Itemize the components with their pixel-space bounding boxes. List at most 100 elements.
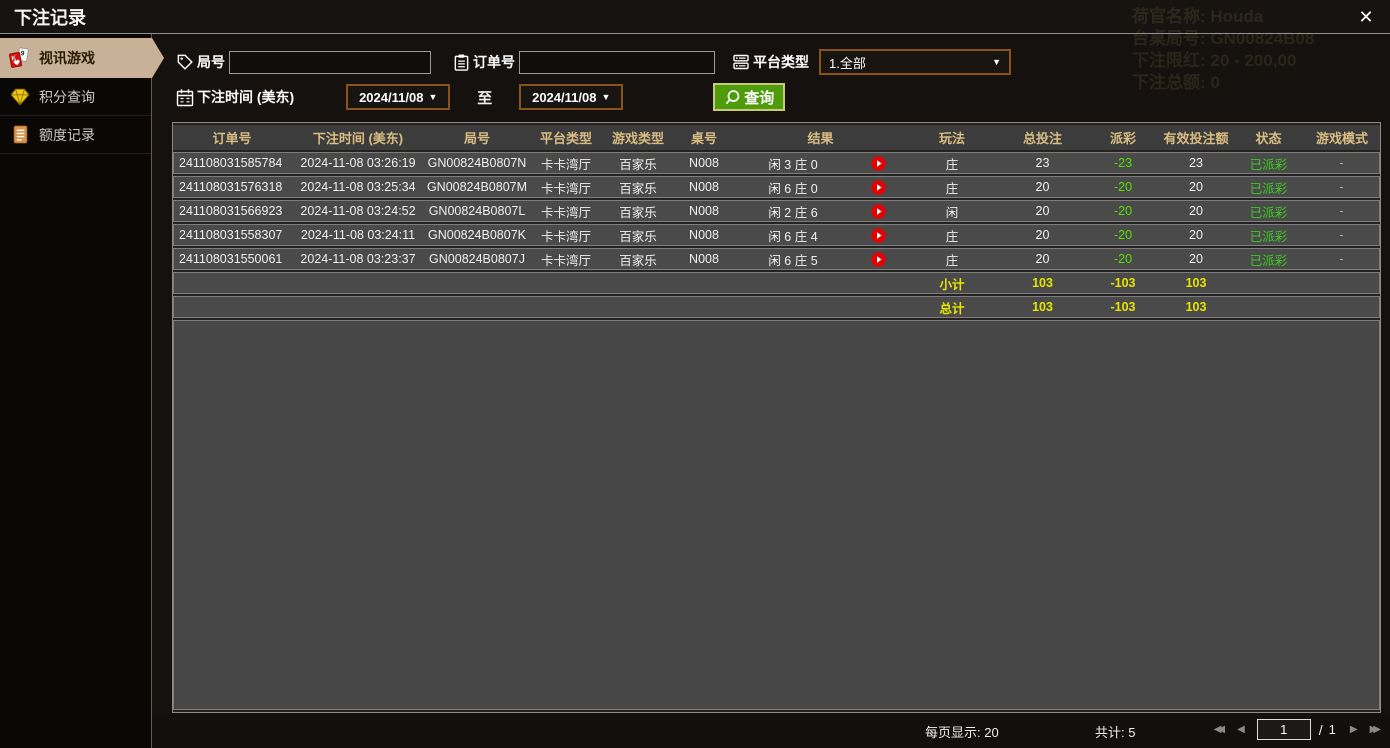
sidebar: 9 K 视讯游戏 积分查询 额度记录 xyxy=(0,34,164,748)
filter-row-2: 下注时间 (美东) 2024/11/08 ▼ 至 2024/11/08 ▼ 查询 xyxy=(152,83,1390,111)
cell-result: 闲 3 庄 0 xyxy=(735,152,906,174)
cell-game-mode: - xyxy=(1304,152,1380,174)
records-table: 订单号 下注时间 (美东) 局号 平台类型 游戏类型 桌号 结果 玩法 总投注 … xyxy=(172,122,1381,713)
sidebar-item-video-games[interactable]: 9 K 视讯游戏 xyxy=(0,38,164,78)
date-to-label: 至 xyxy=(477,89,493,107)
subtotal-total-bet: 103 xyxy=(998,272,1087,294)
sidebar-item-label: 视讯游戏 xyxy=(39,50,95,66)
subtotal-row: 小计 103 -103 103 xyxy=(173,272,1380,294)
grand-total-valid-bet: 103 xyxy=(1159,296,1233,318)
order-number-input[interactable] xyxy=(519,50,715,74)
cell-bet-time: 2024-11-08 03:26:19 xyxy=(291,152,425,174)
date-to-value: 2024/11/08 xyxy=(532,89,597,105)
cell-result: 闲 6 庄 5 xyxy=(735,248,906,270)
col-game-mode: 游戏模式 xyxy=(1304,125,1380,150)
col-order-no: 订单号 xyxy=(173,125,291,150)
sidebar-item-points-query[interactable]: 积分查询 xyxy=(0,78,151,116)
grand-total-payout: -103 xyxy=(1087,296,1159,318)
cell-round-no: GN00824B0807N xyxy=(425,152,529,174)
cell-game-type: 百家乐 xyxy=(603,200,673,222)
document-icon xyxy=(9,124,31,146)
chevron-down-icon: ▼ xyxy=(992,57,1001,67)
cell-order-no: 241108031566923 xyxy=(173,200,291,222)
per-page-label: 每页显示: 20 xyxy=(925,725,999,740)
cell-table-no: N008 xyxy=(673,152,735,174)
cell-bet-time: 2024-11-08 03:23:37 xyxy=(291,248,425,270)
cell-order-no: 241108031558307 xyxy=(173,224,291,246)
replay-play-icon[interactable] xyxy=(851,251,906,267)
col-valid-bet: 有效投注额 xyxy=(1159,125,1233,150)
sidebar-item-label: 额度记录 xyxy=(39,126,95,143)
replay-play-icon[interactable] xyxy=(851,203,906,219)
current-page-input[interactable]: 1 xyxy=(1256,719,1311,740)
subtotal-label: 小计 xyxy=(906,272,998,294)
cell-game-mode: - xyxy=(1304,200,1380,222)
cell-game-type: 百家乐 xyxy=(603,248,673,270)
col-round-no: 局号 xyxy=(425,125,529,150)
cell-status: 已派彩 xyxy=(1233,152,1304,174)
cell-status: 已派彩 xyxy=(1233,248,1304,270)
cell-payout: -20 xyxy=(1087,176,1159,198)
close-icon[interactable]: ✕ xyxy=(1354,5,1378,29)
cell-table-no: N008 xyxy=(673,224,735,246)
round-number-input[interactable] xyxy=(229,50,431,74)
cell-status: 已派彩 xyxy=(1233,200,1304,222)
chevron-down-icon: ▼ xyxy=(601,92,611,102)
platform-type-select[interactable]: 1.全部 ▼ xyxy=(819,49,1011,75)
col-table-no: 桌号 xyxy=(673,125,735,150)
cell-round-no: GN00824B0807M xyxy=(425,176,529,198)
cell-round-no: GN00824B0807K xyxy=(425,224,529,246)
cell-total-bet: 23 xyxy=(998,152,1087,174)
cell-total-bet: 20 xyxy=(998,248,1087,270)
cell-round-no: GN00824B0807L xyxy=(425,200,529,222)
col-result: 结果 xyxy=(735,125,906,150)
col-bet-time: 下注时间 (美东) xyxy=(291,125,425,150)
cell-bet-time: 2024-11-08 03:24:11 xyxy=(291,224,425,246)
col-total-bet: 总投注 xyxy=(998,125,1087,150)
cell-order-no: 241108031576318 xyxy=(173,176,291,198)
cell-total-bet: 20 xyxy=(998,200,1087,222)
cell-status: 已派彩 xyxy=(1233,224,1304,246)
search-button[interactable]: 查询 xyxy=(713,83,786,111)
prev-page-icon[interactable]: ◀ xyxy=(1231,721,1251,738)
cell-table-no: N008 xyxy=(673,200,735,222)
table-empty-area xyxy=(173,320,1380,710)
tag-icon xyxy=(176,53,194,71)
search-icon xyxy=(724,89,741,106)
date-from-picker[interactable]: 2024/11/08 ▼ xyxy=(346,84,451,110)
cell-result: 闲 6 庄 0 xyxy=(735,176,906,198)
col-status: 状态 xyxy=(1233,125,1304,150)
cell-payout: -20 xyxy=(1087,248,1159,270)
cell-valid-bet: 20 xyxy=(1159,200,1233,222)
bet-time-label: 下注时间 (美东) xyxy=(197,89,295,105)
filter-row-1: 局号 订单号 平台类型 1.全部 ▼ xyxy=(152,49,1390,75)
title-bar: 下注记录 ✕ xyxy=(0,0,1390,34)
cell-game-mode: - xyxy=(1304,224,1380,246)
table-row: 241108031558307 2024-11-08 03:24:11 GN00… xyxy=(173,224,1380,246)
replay-play-icon[interactable] xyxy=(851,179,906,195)
cell-payout: -20 xyxy=(1087,224,1159,246)
cell-platform: 卡卡湾厅 xyxy=(529,224,603,246)
replay-play-icon[interactable] xyxy=(851,155,906,171)
cell-table-no: N008 xyxy=(673,176,735,198)
cell-payout: -23 xyxy=(1087,152,1159,174)
date-to-picker[interactable]: 2024/11/08 ▼ xyxy=(519,84,624,110)
cell-game-mode: - xyxy=(1304,248,1380,270)
first-page-icon[interactable]: ◀◀ xyxy=(1208,721,1231,738)
cell-play-type: 庄 xyxy=(906,152,998,174)
cell-valid-bet: 23 xyxy=(1159,152,1233,174)
cell-platform: 卡卡湾厅 xyxy=(529,248,603,270)
replay-play-icon[interactable] xyxy=(851,227,906,243)
cell-round-no: GN00824B0807J xyxy=(425,248,529,270)
last-page-icon[interactable]: ▶▶ xyxy=(1364,721,1387,738)
cell-total-bet: 20 xyxy=(998,176,1087,198)
cell-bet-time: 2024-11-08 03:24:52 xyxy=(291,200,425,222)
search-button-label: 查询 xyxy=(744,89,775,107)
pager: ◀◀ ◀ 1 / 1 ▶ ▶▶ xyxy=(1208,719,1387,740)
col-payout: 派彩 xyxy=(1087,125,1159,150)
next-page-icon[interactable]: ▶ xyxy=(1344,721,1364,738)
cell-result: 闲 6 庄 4 xyxy=(735,224,906,246)
cell-result: 闲 2 庄 6 xyxy=(735,200,906,222)
cell-platform: 卡卡湾厅 xyxy=(529,200,603,222)
sidebar-item-credit-records[interactable]: 额度记录 xyxy=(0,116,151,154)
